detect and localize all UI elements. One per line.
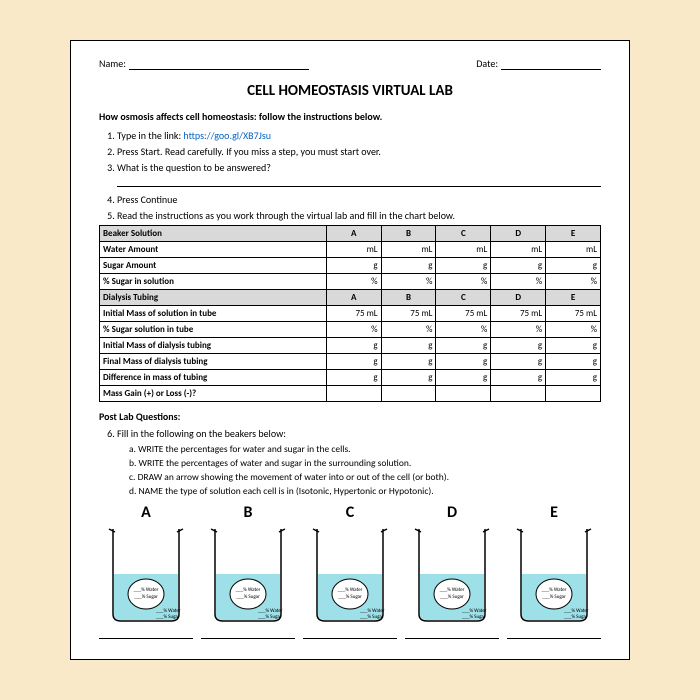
date-label: Date: [476,57,498,70]
svg-text:___% Sugar: ___% Sugar [542,594,566,600]
svg-text:___% Water: ___% Water [236,587,261,593]
instruction-list-2: Press Continue Read the instructions as … [117,193,601,222]
q6-subitems: a. WRITE the percentages for water and s… [129,443,601,497]
page-title: CELL HOMEOSTASIS VIRTUAL LAB [99,82,601,100]
step-4: Press Continue [117,193,601,206]
beaker-row: A___% Water___% Sugar___% Water___% Suga… [99,503,601,639]
intro-text: How osmosis affects cell homeostasis: fo… [99,110,601,123]
answer-line[interactable] [117,177,601,187]
header-row: Name: Date: [99,57,601,70]
svg-text:___% Sugar: ___% Sugar [462,614,486,620]
svg-text:___% Sugar: ___% Sugar [338,594,362,600]
svg-text:___% Sugar: ___% Sugar [360,614,384,620]
svg-text:___% Water: ___% Water [134,587,159,593]
step-5: Read the instructions as you work throug… [117,209,601,222]
step-1: Type in the link: https://goo.gl/XB7Jsu [117,129,601,142]
svg-text:___% Water: ___% Water [542,587,567,593]
svg-text:___% Sugar: ___% Sugar [440,594,464,600]
beaker-B: B___% Water___% Sugar___% Water___% Suga… [201,503,295,639]
post-lab-heading: Post Lab Questions: [99,410,601,423]
worksheet-page: Name: Date: CELL HOMEOSTASIS VIRTUAL LAB… [70,40,630,660]
beaker-C: C___% Water___% Sugar___% Water___% Suga… [303,503,397,639]
date-field[interactable]: Date: [476,57,601,70]
name-field[interactable]: Name: [99,57,309,70]
question-6: Fill in the following on the beakers bel… [117,427,601,440]
svg-text:___% Sugar: ___% Sugar [134,594,158,600]
q6-text: Fill in the following on the beakers bel… [117,427,601,440]
beaker-D: D___% Water___% Sugar___% Water___% Suga… [405,503,499,639]
instruction-list: Type in the link: https://goo.gl/XB7Jsu … [117,129,601,174]
step-3: What is the question to be answered? [117,161,601,174]
data-table: Beaker SolutionABCDEWater AmountmLmLmLmL… [99,225,601,402]
svg-text:___% Sugar: ___% Sugar [236,594,260,600]
name-label: Name: [99,57,126,70]
beaker-A: A___% Water___% Sugar___% Water___% Suga… [99,503,193,639]
svg-text:___% Sugar: ___% Sugar [564,614,588,620]
lab-link[interactable]: https://goo.gl/XB7Jsu [183,129,271,142]
beaker-E: E___% Water___% Sugar___% Water___% Suga… [507,503,601,639]
svg-text:___% Water: ___% Water [440,587,465,593]
svg-text:___% Water: ___% Water [338,587,363,593]
step-2: Press Start. Read carefully. If you miss… [117,145,601,158]
svg-text:___% Sugar: ___% Sugar [156,614,180,620]
svg-text:___% Sugar: ___% Sugar [258,614,282,620]
